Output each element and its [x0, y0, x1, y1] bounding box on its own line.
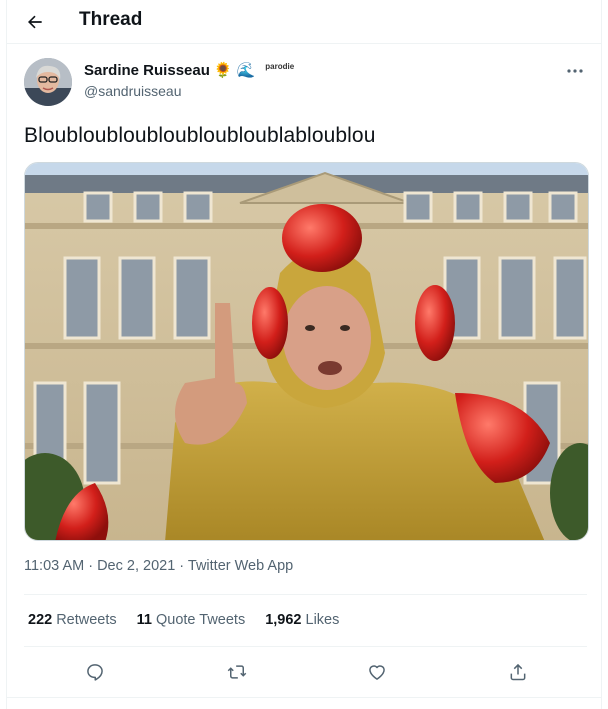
- avatar-image: [24, 58, 72, 106]
- parody-label: parodie: [265, 62, 295, 71]
- tweet-timestamp[interactable]: 11:03 AM · Dec 2, 2021 · Twitter Web App: [24, 558, 293, 574]
- retweets-stat[interactable]: 222 Retweets: [28, 612, 117, 628]
- author-name[interactable]: Sardine Ruisseau: [84, 62, 210, 79]
- divider: [24, 594, 587, 595]
- like-button[interactable]: [361, 656, 393, 688]
- back-button[interactable]: [21, 8, 49, 36]
- tweet-image[interactable]: [24, 162, 589, 541]
- thread-page: Thread Sardine Ruisseau 🌻 🌊 parodie @san…: [6, 0, 602, 709]
- quotes-count: 11: [136, 612, 152, 628]
- tweet-photo: [25, 163, 588, 540]
- more-button[interactable]: [563, 62, 587, 80]
- divider: [7, 697, 601, 698]
- heart-icon: [369, 665, 385, 680]
- avatar[interactable]: [24, 58, 72, 106]
- tweet-stats: 222 Retweets 11 Quote Tweets 1,962 Likes: [28, 612, 339, 628]
- quotes-stat[interactable]: 11 Quote Tweets: [137, 612, 246, 628]
- divider: [24, 646, 587, 647]
- reply-button[interactable]: [79, 656, 111, 688]
- retweets-count: 222: [28, 612, 53, 628]
- share-button[interactable]: [502, 656, 534, 688]
- tweet-actions: [7, 656, 601, 688]
- retweets-label: Retweets: [56, 612, 117, 628]
- reply-icon: [87, 664, 103, 681]
- likes-label: Likes: [305, 612, 340, 628]
- thread-header: Thread: [7, 0, 601, 44]
- arrow-left-icon: [28, 15, 42, 29]
- more-horizontal-icon: [567, 69, 583, 73]
- quotes-label: Quote Tweets: [156, 612, 246, 628]
- author-handle[interactable]: @sandruisseau: [84, 83, 182, 99]
- retweet-button[interactable]: [221, 656, 253, 688]
- author-row: Sardine Ruisseau 🌻 🌊 parodie: [84, 62, 294, 79]
- sunflower-icon: 🌻: [213, 62, 233, 79]
- page-title: Thread: [79, 9, 143, 30]
- tweet-text: Bloubloubloubloubloubloublabloublou: [24, 124, 376, 147]
- likes-count: 1,962: [265, 612, 302, 628]
- share-icon: [510, 663, 526, 681]
- wave-icon: 🌊: [236, 62, 256, 79]
- retweet-icon: [227, 665, 247, 679]
- likes-stat[interactable]: 1,962 Likes: [265, 612, 339, 628]
